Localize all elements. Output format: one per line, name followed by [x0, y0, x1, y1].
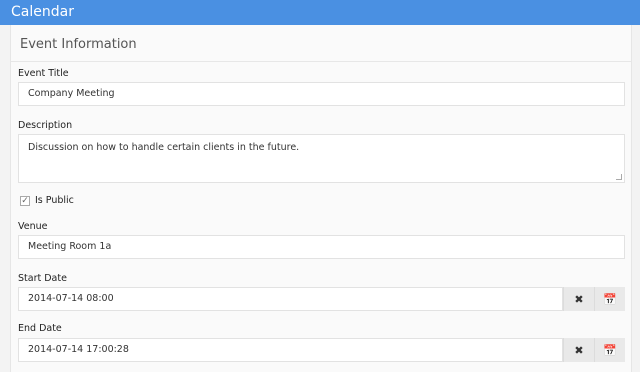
description-value: Discussion on how to handle certain clie… — [28, 142, 300, 153]
app-title: Calendar — [11, 4, 74, 20]
close-icon: ✖ — [574, 292, 584, 306]
calendar-icon: 📅 — [603, 343, 617, 357]
event-title-input[interactable]: Company Meeting — [18, 82, 625, 106]
event-form: Event Information Event Title Company Me… — [10, 25, 632, 372]
calendar-icon: 📅 — [603, 292, 617, 306]
start-date-calendar-button[interactable]: 📅 — [594, 287, 625, 311]
venue-value: Meeting Room 1a — [28, 241, 112, 252]
end-date-label: End Date — [18, 323, 62, 334]
start-date-input[interactable]: 2014-07-14 08:00 — [18, 287, 563, 311]
venue-input[interactable]: Meeting Room 1a — [18, 235, 625, 259]
event-title-label: Event Title — [18, 68, 69, 79]
end-date-clear-button[interactable]: ✖ — [563, 338, 594, 362]
start-date-value: 2014-07-14 08:00 — [28, 293, 114, 304]
section-title: Event Information — [20, 37, 137, 52]
resize-grip-icon[interactable] — [616, 174, 622, 180]
description-textarea[interactable]: Discussion on how to handle certain clie… — [18, 134, 625, 183]
is-public-label: Is Public — [35, 195, 74, 206]
is-public-checkbox[interactable]: ✓ — [20, 196, 30, 206]
description-label: Description — [18, 120, 73, 131]
close-icon: ✖ — [574, 343, 584, 357]
start-date-label: Start Date — [18, 273, 67, 284]
start-date-clear-button[interactable]: ✖ — [563, 287, 594, 311]
event-title-value: Company Meeting — [28, 88, 115, 99]
end-date-input[interactable]: 2014-07-14 17:00:28 — [18, 338, 563, 362]
end-date-value: 2014-07-14 17:00:28 — [28, 344, 129, 355]
app-titlebar: Calendar — [0, 0, 640, 25]
section-divider — [11, 61, 631, 62]
check-icon: ✓ — [21, 196, 29, 206]
venue-label: Venue — [18, 221, 48, 232]
end-date-calendar-button[interactable]: 📅 — [594, 338, 625, 362]
